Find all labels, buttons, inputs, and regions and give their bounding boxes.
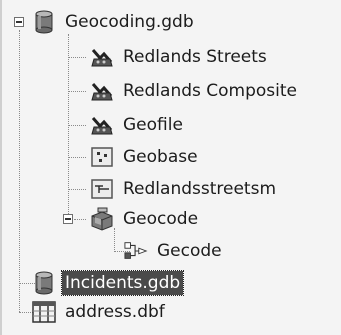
tree-item-label: Gecode [157,241,222,261]
toolbox-icon [90,207,114,231]
tree-item-geocoding-gdb[interactable]: Geocoding.gdb [32,8,197,36]
tree-item-geofile[interactable]: Geofile [90,111,186,139]
tree-item-address-dbf[interactable]: address.dbf [32,298,168,326]
catalog-tree: Geocoding.gdb Redlands Streets Redlands … [0,0,341,335]
tree-item-incidents-gdb[interactable]: Incidents.gdb [32,269,185,297]
tree-connector [68,57,86,58]
tree-item-label: address.dbf [65,302,165,322]
tree-item-label: Redlands Streets [123,47,267,67]
tree-connector [68,125,86,126]
tree-connector [74,219,86,220]
tree-item-label: Redlandsstreetsm [123,179,276,199]
collapse-toggle-geocoding[interactable] [14,17,24,27]
tree-item-redlands-composite[interactable]: Redlands Composite [90,77,300,105]
tree-item-label: Incidents.gdb [60,270,185,296]
tree-connector [68,157,86,158]
tree-connector [68,189,86,190]
address-locator-icon [90,45,114,69]
tree-item-redlands-streets[interactable]: Redlands Streets [90,43,270,71]
model-icon [124,239,148,263]
tree-item-label: Geocode [123,209,199,229]
address-locator-icon [90,79,114,103]
tree-item-label: Geocoding.gdb [65,12,194,32]
table-icon [32,300,56,324]
geodatabase-icon [32,10,56,34]
geodatabase-icon [32,271,56,295]
tree-connector [68,91,86,92]
tree-item-label: Geofile [123,115,183,135]
point-feature-class-icon [90,145,114,169]
tree-connector [19,30,20,312]
line-feature-class-icon [90,177,114,201]
tree-item-gecode-model[interactable]: Gecode [124,237,225,265]
address-locator-icon [90,113,114,137]
tree-item-label: Geobase [123,147,198,167]
tree-item-redlandsstreetsm[interactable]: Redlandsstreetsm [90,175,279,203]
tree-item-geocode-toolbox[interactable]: Geocode [90,205,201,233]
tree-item-label: Redlands Composite [123,81,297,101]
collapse-toggle-geocode[interactable] [63,214,73,224]
tree-item-geobase[interactable]: Geobase [90,143,201,171]
